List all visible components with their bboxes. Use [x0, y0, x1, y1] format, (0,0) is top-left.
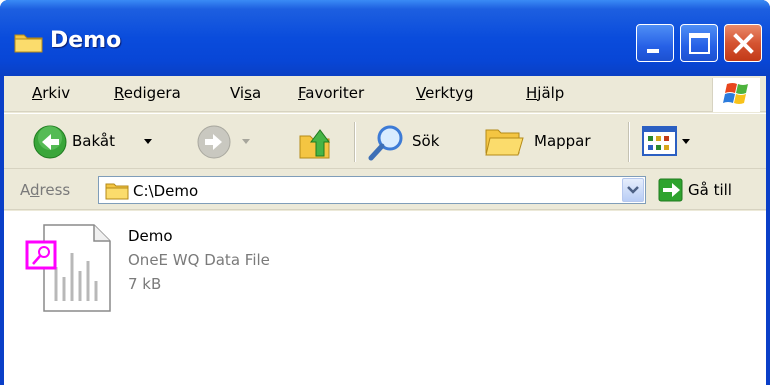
- maximize-icon: [689, 33, 710, 54]
- windows-logo-icon: [712, 78, 760, 112]
- explorer-window: Demo Arkiv Redigera Visa Favoriter Verkt…: [0, 0, 770, 385]
- menu-hjalp[interactable]: Hjälp: [526, 84, 564, 102]
- minimize-icon: [647, 49, 659, 53]
- forward-arrow-icon: [197, 125, 231, 159]
- toolbar-separator: [354, 122, 356, 162]
- forward-button[interactable]: [190, 114, 270, 170]
- address-label: Adress: [20, 181, 71, 199]
- title-bar[interactable]: Demo: [0, 0, 770, 76]
- search-label: Sök: [412, 132, 440, 150]
- file-size: 7 kB: [128, 275, 162, 293]
- address-input[interactable]: C:\Demo: [98, 176, 646, 204]
- up-folder-icon: [299, 129, 330, 159]
- menu-bar: Arkiv Redigera Visa Favoriter Verktyg Hj…: [4, 76, 766, 112]
- menu-visa[interactable]: Visa: [230, 84, 261, 102]
- toolbar: Bakåt Sök Mappar: [4, 113, 766, 169]
- data-file-icon: [25, 224, 111, 312]
- views-icon: [642, 126, 677, 156]
- menu-favoriter[interactable]: Favoriter: [298, 84, 364, 102]
- folders-button[interactable]: Mappar: [482, 114, 616, 170]
- search-icon: [368, 125, 403, 161]
- window-title: Demo: [50, 28, 122, 53]
- menu-redigera[interactable]: Redigera: [114, 84, 181, 102]
- views-button[interactable]: [640, 114, 700, 170]
- chevron-down-icon: [627, 186, 639, 194]
- search-button[interactable]: Sök: [364, 114, 468, 170]
- file-type: OneE WQ Data File: [128, 251, 270, 269]
- file-list: Demo OneE WQ Data File 7 kB: [4, 211, 766, 385]
- folder-icon: [14, 30, 44, 58]
- views-dropdown-icon[interactable]: [682, 139, 690, 144]
- minimize-button[interactable]: [636, 24, 674, 62]
- address-dropdown-button[interactable]: [622, 178, 644, 202]
- menu-arkiv[interactable]: Arkiv: [32, 84, 70, 102]
- close-button[interactable]: [724, 24, 762, 62]
- toolbar-separator: [628, 122, 630, 162]
- close-icon: [733, 33, 754, 54]
- folder-icon: [105, 183, 129, 200]
- back-label: Bakåt: [72, 132, 115, 150]
- back-arrow-icon: [33, 125, 67, 159]
- file-name: Demo: [128, 227, 173, 245]
- maximize-button[interactable]: [680, 24, 718, 62]
- forward-dropdown-icon: [242, 139, 250, 144]
- list-item[interactable]: Demo OneE WQ Data File 7 kB: [22, 223, 382, 313]
- back-dropdown-icon[interactable]: [144, 139, 152, 144]
- folders-icon: [485, 129, 524, 156]
- back-button[interactable]: Bakåt: [28, 114, 186, 170]
- address-bar: Adress C:\Demo Gå till: [4, 170, 766, 210]
- go-label: Gå till: [688, 181, 732, 199]
- client-area: Arkiv Redigera Visa Favoriter Verktyg Hj…: [4, 76, 766, 385]
- go-arrow-icon: [658, 178, 683, 202]
- address-value: C:\Demo: [133, 182, 199, 200]
- menu-verktyg[interactable]: Verktyg: [416, 84, 473, 102]
- up-folder-button[interactable]: [294, 114, 338, 170]
- folders-label: Mappar: [534, 132, 591, 150]
